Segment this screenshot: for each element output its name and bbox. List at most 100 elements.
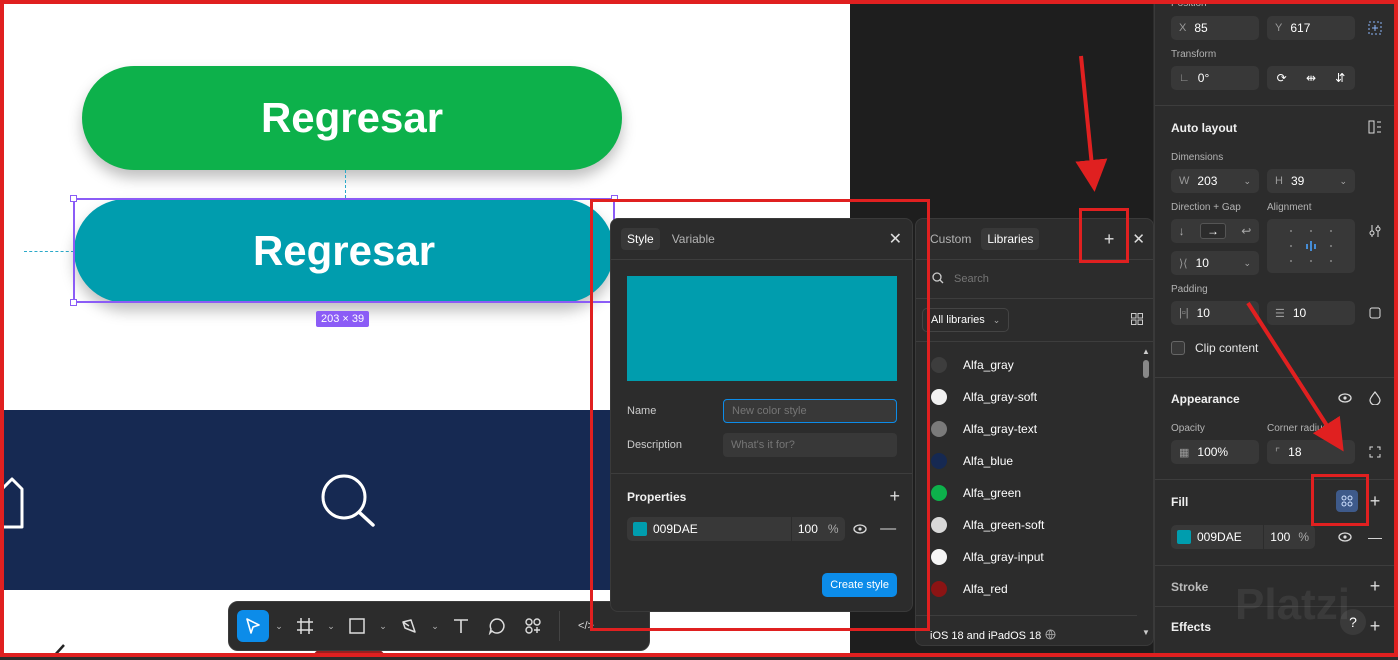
padding-label: Padding xyxy=(1171,284,1208,295)
library-style-label: Alfa_gray-soft xyxy=(963,390,1038,404)
chevron-down-icon: ⌄ xyxy=(1339,175,1347,186)
library-search-input[interactable] xyxy=(954,273,1114,285)
corner-radius-label: Corner radius xyxy=(1267,423,1328,434)
library-filter-dropdown[interactable]: All libraries ⌄ xyxy=(922,308,1010,332)
height-input[interactable]: H 39 ⌄ xyxy=(1267,169,1355,193)
opacity-input[interactable]: ▦ 100% xyxy=(1171,440,1259,464)
corner-radius-input[interactable]: ⌜ 18 xyxy=(1267,440,1355,464)
fill-hex[interactable]: 009DAE xyxy=(1197,530,1257,544)
library-footer[interactable]: iOS 18 and iPadOS 18 xyxy=(930,629,1056,643)
flip-vertical-icon[interactable]: ⇵ xyxy=(1335,71,1345,85)
color-swatch xyxy=(931,389,947,405)
close-icon[interactable]: ✕ xyxy=(1132,230,1145,248)
corner-radius-value: 18 xyxy=(1288,445,1302,459)
library-style-item[interactable]: Alfa_green-soft xyxy=(916,509,1153,541)
library-style-item[interactable]: Alfa_gray xyxy=(916,349,1153,381)
y-input[interactable]: Y 617 xyxy=(1267,16,1355,40)
library-style-list: Alfa_gray Alfa_gray-soft Alfa_gray-text Alf… xyxy=(916,342,1153,605)
annotation-box xyxy=(1079,208,1129,263)
h-label: H xyxy=(1275,175,1283,187)
alignment-settings-icon[interactable] xyxy=(1363,219,1387,243)
fill-row[interactable]: 009DAE 100 % xyxy=(1171,525,1315,549)
search-icon xyxy=(320,474,378,533)
auto-layout-settings-icon[interactable] xyxy=(1363,115,1387,139)
blend-mode-icon[interactable] xyxy=(1363,386,1387,410)
add-effect-icon[interactable]: + xyxy=(1363,614,1387,638)
tab-custom[interactable]: Custom xyxy=(924,228,977,250)
eye-icon[interactable] xyxy=(1333,386,1357,410)
color-swatch xyxy=(931,453,947,469)
padding-h-value: 10 xyxy=(1196,306,1210,320)
clip-content-checkbox[interactable]: Clip content xyxy=(1171,341,1258,355)
rotation-input[interactable]: ∟ 0° xyxy=(1171,66,1259,90)
resize-handle[interactable] xyxy=(70,299,77,306)
library-style-item[interactable]: Alfa_green xyxy=(916,477,1153,509)
width-input[interactable]: W 203 ⌄ xyxy=(1171,169,1259,193)
chevron-down-icon[interactable]: ⌄ xyxy=(325,621,337,632)
checkbox[interactable] xyxy=(1171,341,1185,355)
chevron-down-icon[interactable]: ⌄ xyxy=(273,621,285,632)
angle-icon: ∟ xyxy=(1179,72,1190,84)
arrow-right-icon[interactable]: → xyxy=(1199,223,1226,239)
h-value: 39 xyxy=(1290,174,1305,188)
alignment-grid[interactable] xyxy=(1267,219,1355,273)
direction-buttons: ↓ → ↩ xyxy=(1171,219,1259,243)
library-style-item[interactable]: Alfa_blue xyxy=(916,445,1153,477)
annotation-box xyxy=(590,199,930,631)
eye-icon[interactable] xyxy=(1333,525,1357,549)
color-swatch xyxy=(931,517,947,533)
independent-corners-icon[interactable] xyxy=(1363,440,1387,464)
individual-padding-icon[interactable] xyxy=(1363,301,1387,325)
wrap-icon[interactable]: ↩ xyxy=(1241,224,1251,238)
selection-box xyxy=(73,198,615,303)
minus-icon[interactable]: — xyxy=(1363,525,1387,549)
library-style-item[interactable]: Alfa_red xyxy=(916,573,1153,605)
chevron-down-icon: ⌄ xyxy=(1243,175,1251,186)
color-swatch xyxy=(931,485,947,501)
padding-h-icon: |▫| xyxy=(1179,307,1189,319)
padding-horizontal-input[interactable]: |▫| 10 xyxy=(1171,301,1259,325)
chevron-down-icon[interactable]: ⌄ xyxy=(377,621,389,632)
resize-handle[interactable] xyxy=(70,195,77,202)
library-style-item[interactable]: Alfa_gray-input xyxy=(916,541,1153,573)
annotation-box xyxy=(1311,474,1369,526)
flip-horizontal-icon[interactable]: ⇹ xyxy=(1306,71,1316,85)
green-regresar-button[interactable]: Regresar xyxy=(82,66,622,170)
arrow-down-icon[interactable]: ↓ xyxy=(1179,224,1185,238)
tab-libraries[interactable]: Libraries xyxy=(981,228,1040,250)
add-stroke-icon[interactable]: + xyxy=(1363,574,1387,598)
gap-input[interactable]: ⟩⟨ 10 ⌄ xyxy=(1171,251,1259,275)
library-style-label: Alfa_blue xyxy=(963,454,1014,468)
pen-icon[interactable] xyxy=(393,610,425,642)
library-style-label: Alfa_red xyxy=(963,582,1008,596)
constraints-icon[interactable] xyxy=(1363,16,1387,40)
cursor-icon[interactable] xyxy=(237,610,269,642)
spacing-guide xyxy=(345,170,346,198)
appearance-label: Appearance xyxy=(1171,392,1240,406)
stroke-label: Stroke xyxy=(1171,580,1209,594)
padding-vertical-input[interactable]: ☰ 10 xyxy=(1267,301,1355,325)
gap-icon: ⟩⟨ xyxy=(1179,257,1188,270)
globe-icon xyxy=(1045,629,1056,643)
actions-icon[interactable] xyxy=(517,610,549,642)
library-panel: Custom Libraries + ✕ All libraries ⌄ Alf… xyxy=(915,218,1154,646)
grid-view-icon[interactable] xyxy=(1131,312,1143,328)
frame-icon[interactable] xyxy=(289,610,321,642)
library-style-item[interactable]: Alfa_gray-text xyxy=(916,413,1153,445)
fill-opacity[interactable]: 100 xyxy=(1270,530,1290,544)
position-label: Position xyxy=(1171,0,1207,9)
comment-icon[interactable] xyxy=(481,610,513,642)
rotate-icon[interactable]: ⟳ xyxy=(1277,71,1287,85)
library-style-item[interactable]: Alfa_gray-soft xyxy=(916,381,1153,413)
scrollbar[interactable]: ▲ ▼ xyxy=(1142,347,1150,637)
text-icon[interactable] xyxy=(445,610,477,642)
library-style-label: Alfa_gray-input xyxy=(963,550,1044,564)
color-swatch xyxy=(931,581,947,597)
y-label: Y xyxy=(1275,22,1283,34)
library-style-label: Alfa_gray-text xyxy=(963,422,1038,436)
nav-indicator xyxy=(314,650,384,657)
chevron-down-icon[interactable]: ⌄ xyxy=(429,621,441,632)
home-icon xyxy=(0,475,26,534)
x-input[interactable]: X 85 xyxy=(1171,16,1259,40)
rectangle-icon[interactable] xyxy=(341,610,373,642)
